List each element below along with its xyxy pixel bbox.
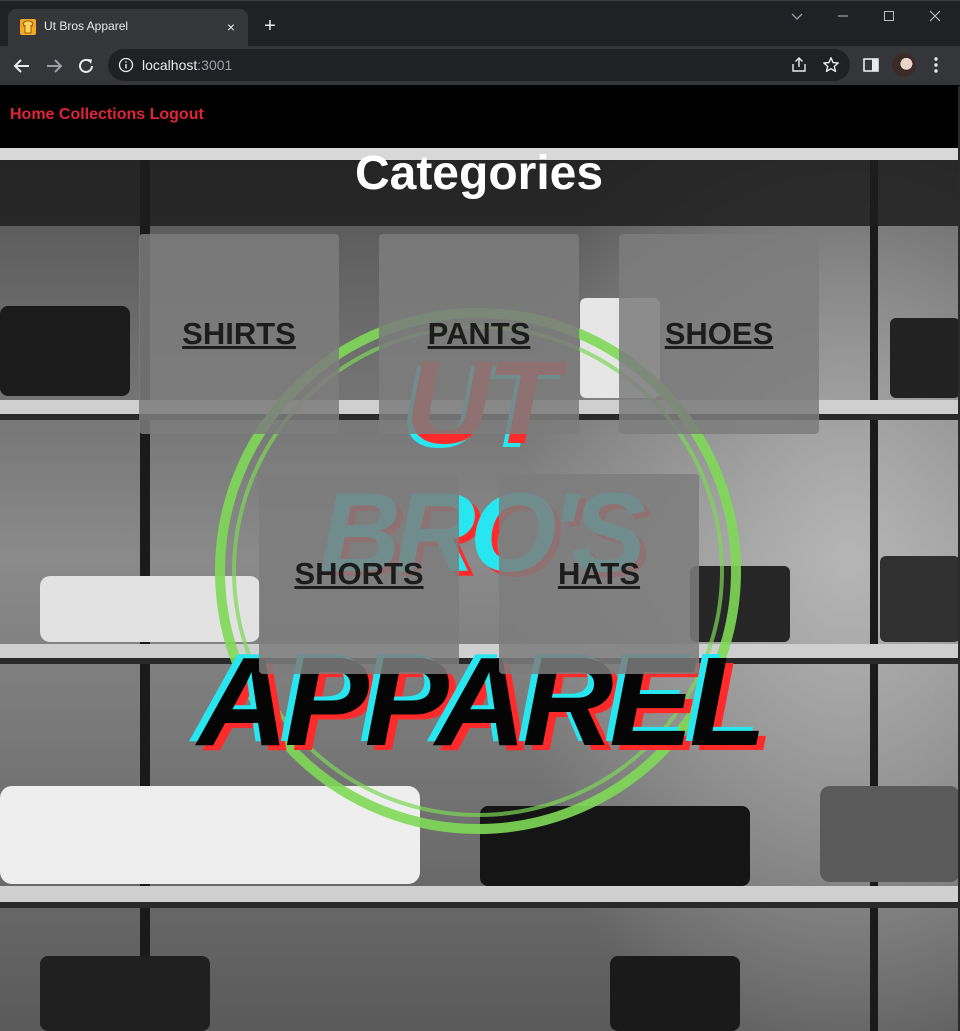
category-link-pants[interactable]: PANTS — [428, 316, 531, 352]
nav-collections-link[interactable]: Collections — [59, 106, 145, 123]
kebab-menu-icon[interactable] — [926, 54, 946, 76]
category-link-shirts[interactable]: SHIRTS — [182, 316, 296, 352]
close-icon[interactable]: × — [222, 18, 240, 36]
site-navbar: Home Collections Logout — [0, 86, 960, 148]
tab-strip: Ut Bros Apparel × + — [0, 0, 960, 47]
category-card-shorts[interactable]: SHORTS — [259, 474, 459, 674]
category-card-pants[interactable]: PANTS — [379, 234, 579, 434]
page-title: Categories — [354, 147, 604, 200]
plus-icon[interactable]: + — [258, 15, 282, 39]
category-link-shorts[interactable]: SHORTS — [294, 556, 423, 592]
favicon-shirt-icon — [20, 19, 36, 35]
category-link-shoes[interactable]: SHOES — [665, 316, 774, 352]
back-arrow-icon[interactable] — [8, 52, 36, 80]
tab-title: Ut Bros Apparel — [44, 19, 129, 33]
page-viewport: UT BRO'S APPAREL Home Collections Logout… — [0, 86, 960, 1031]
nav-links: Home Collections Logout — [10, 106, 204, 124]
category-card-shirts[interactable]: SHIRTS — [139, 234, 339, 434]
nav-logout-link[interactable]: Logout — [150, 106, 204, 123]
category-card-shoes[interactable]: SHOES — [619, 234, 819, 434]
maximize-icon[interactable] — [866, 5, 912, 29]
reload-icon[interactable] — [72, 52, 100, 80]
share-icon[interactable] — [790, 56, 808, 74]
chevron-down-icon[interactable] — [774, 5, 820, 29]
browser-toolbar: localhost:3001 — [0, 46, 960, 86]
window-close-icon[interactable] — [912, 5, 958, 29]
browser-tab[interactable]: Ut Bros Apparel × — [8, 9, 248, 47]
address-bar[interactable]: localhost:3001 — [108, 49, 850, 81]
forward-arrow-icon[interactable] — [40, 52, 68, 80]
category-card-hats[interactable]: HATS — [499, 474, 699, 674]
category-link-hats[interactable]: HATS — [558, 556, 640, 592]
minimize-icon[interactable] — [820, 5, 866, 29]
side-panel-icon[interactable] — [862, 56, 880, 74]
avatar[interactable] — [892, 53, 916, 77]
url-port: :3001 — [197, 57, 233, 73]
nav-home-link[interactable]: Home — [10, 106, 54, 123]
url-text[interactable]: localhost:3001 — [142, 57, 232, 73]
info-icon[interactable] — [118, 57, 134, 73]
url-host: localhost — [142, 57, 198, 73]
star-icon[interactable] — [822, 56, 840, 74]
